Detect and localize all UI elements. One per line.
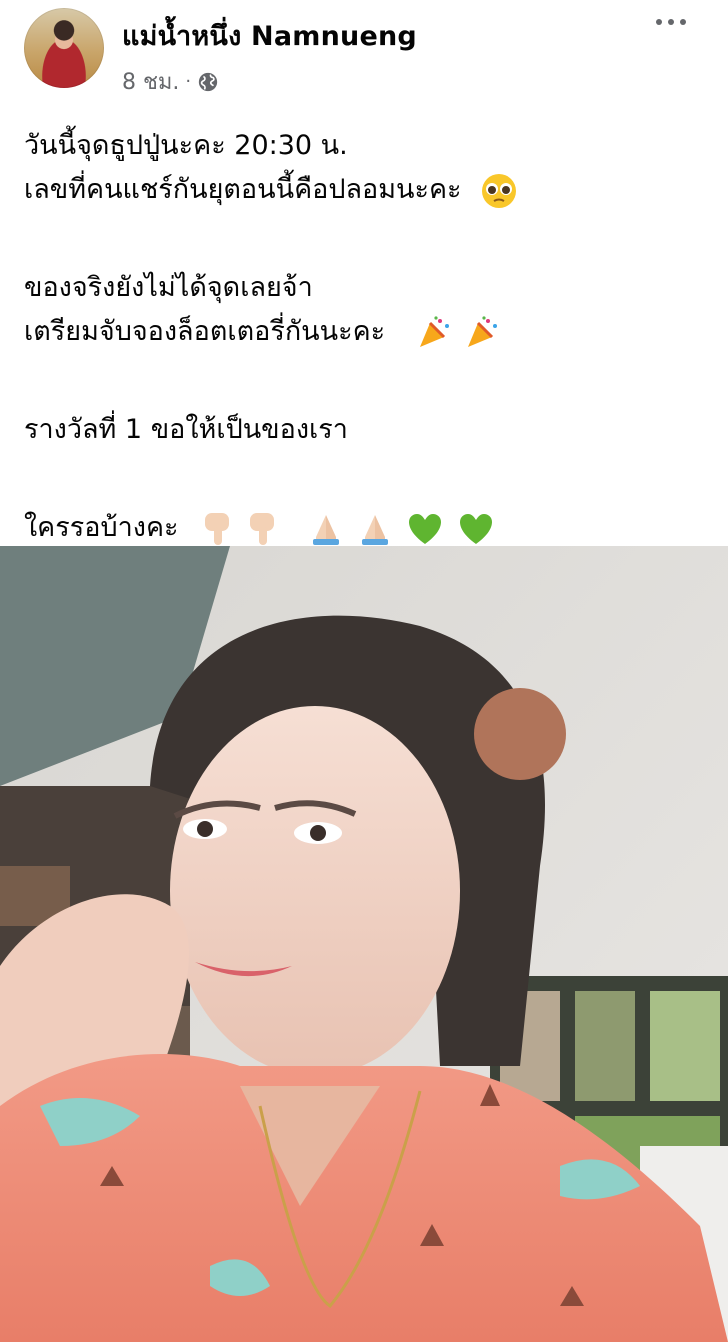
post-line-4: เตรียมจับจองล็อตเตอรี่กันนะคะ: [24, 310, 704, 354]
more-options-icon[interactable]: [656, 12, 696, 32]
post-time[interactable]: 8 ชม.: [122, 64, 179, 99]
post-line-1: วันนี้จุดธูปปู่นะคะ 20:30 น.: [24, 124, 704, 168]
backhand-index-pointing-down-emoji: [249, 512, 274, 545]
post-line-5: รางวัลที่ 1 ขอให้เป็นของเรา: [24, 408, 704, 452]
meta-separator: ·: [185, 71, 192, 92]
post-meta: 8 ชม. ·: [122, 64, 219, 99]
post-line-3-text: ของจริงยังไม่ได้จุดเลยจ้า: [24, 272, 313, 303]
party-popper-emoji: [419, 315, 449, 347]
green-heart-emoji: [460, 513, 493, 544]
post-line-2: เลขที่คนแชร์กันยุตอนนี้คือปลอมนะคะ: [24, 168, 704, 212]
folded-hands-emoji: [361, 514, 388, 545]
globe-icon[interactable]: [197, 71, 219, 93]
post-line-1-text: วันนี้จุดธูปปู่นะคะ 20:30 น.: [24, 130, 348, 161]
avatar[interactable]: [24, 8, 104, 88]
author-name[interactable]: แม่น้ำหนึ่ง Namnueng: [122, 14, 417, 57]
post-line-2-text: เลขที่คนแชร์กันยุตอนนี้คือปลอมนะคะ: [24, 174, 462, 205]
post-text: วันนี้จุดธูปปู่นะคะ 20:30 น. เลขที่คนแชร…: [24, 124, 704, 550]
photo-illustration: [0, 546, 728, 1342]
post-line-3: ของจริงยังไม่ได้จุดเลยจ้า: [24, 266, 704, 310]
post-line-5-text: รางวัลที่ 1 ขอให้เป็นของเรา: [24, 414, 348, 445]
post-line-6-text: ใครรอบ้างคะ: [24, 512, 179, 543]
party-popper-emoji: [468, 315, 498, 347]
pleading-face-emoji: [482, 173, 517, 208]
backhand-index-pointing-down-emoji: [205, 512, 230, 545]
post-line-4-text: เตรียมจับจองล็อตเตอรี่กันนะคะ: [24, 316, 386, 347]
post-line-6: ใครรอบ้างคะ: [24, 506, 704, 550]
post-header: แม่น้ำหนึ่ง Namnueng 8 ชม. ·: [0, 0, 728, 110]
folded-hands-emoji: [313, 514, 340, 545]
green-heart-emoji: [409, 513, 442, 544]
selfie-photo[interactable]: [0, 546, 728, 1342]
